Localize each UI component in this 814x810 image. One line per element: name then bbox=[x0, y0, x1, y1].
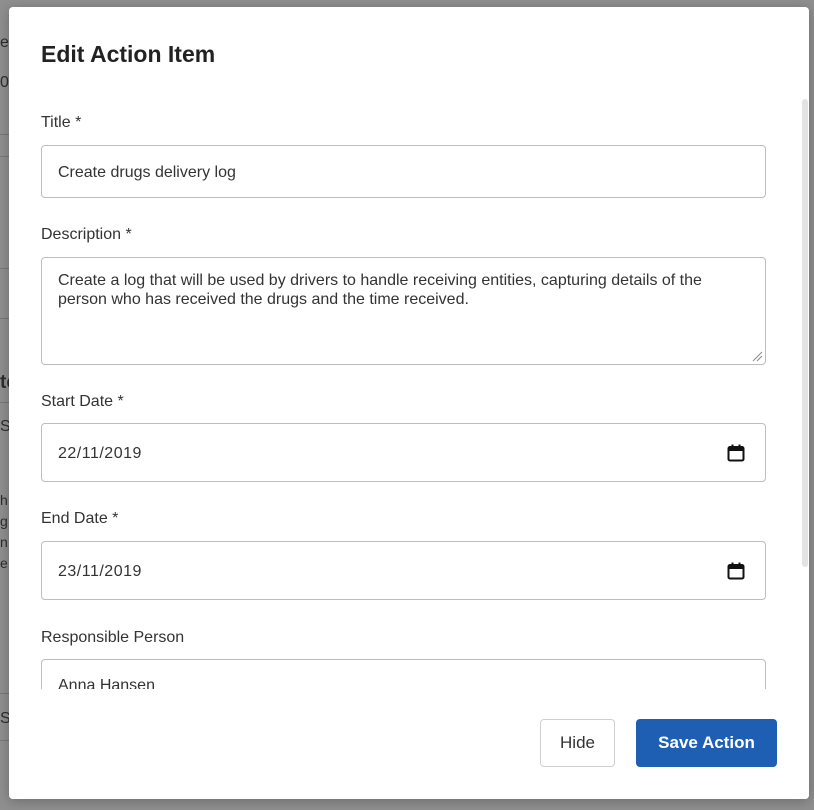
title-input[interactable]: Create drugs delivery log bbox=[41, 145, 766, 198]
modal-title: Edit Action Item bbox=[41, 41, 216, 67]
modal-body[interactable]: Title * Create drugs delivery log Descri… bbox=[9, 99, 809, 689]
start-date-value: 22/11/2019 bbox=[58, 445, 142, 462]
resize-grip-icon[interactable] bbox=[751, 350, 763, 362]
description-textarea[interactable]: Create a log that will be used by driver… bbox=[41, 257, 766, 365]
calendar-icon[interactable] bbox=[727, 562, 745, 580]
end-date-label: End Date * bbox=[41, 510, 119, 527]
description-textarea-value: Create a log that will be used by driver… bbox=[58, 272, 702, 308]
description-label: Description * bbox=[41, 226, 132, 243]
end-date-value: 23/11/2019 bbox=[58, 563, 142, 580]
responsible-person-input[interactable]: Anna Hansen bbox=[41, 659, 766, 689]
calendar-icon[interactable] bbox=[727, 444, 745, 462]
hide-button[interactable]: Hide bbox=[540, 719, 615, 767]
edit-action-modal: Edit Action Item Title * Create drugs de… bbox=[9, 7, 809, 799]
end-date-input[interactable]: 23/11/2019 bbox=[41, 541, 766, 600]
modal-footer: Hide Save Action bbox=[9, 689, 809, 799]
save-action-button[interactable]: Save Action bbox=[636, 719, 777, 767]
start-date-label: Start Date * bbox=[41, 393, 124, 410]
title-label: Title * bbox=[41, 114, 82, 131]
responsible-person-label: Responsible Person bbox=[41, 629, 185, 646]
modal-scrollbar-thumb[interactable] bbox=[802, 99, 808, 567]
start-date-input[interactable]: 22/11/2019 bbox=[41, 423, 766, 482]
responsible-person-value: Anna Hansen bbox=[58, 677, 155, 689]
title-input-value: Create drugs delivery log bbox=[58, 164, 236, 181]
